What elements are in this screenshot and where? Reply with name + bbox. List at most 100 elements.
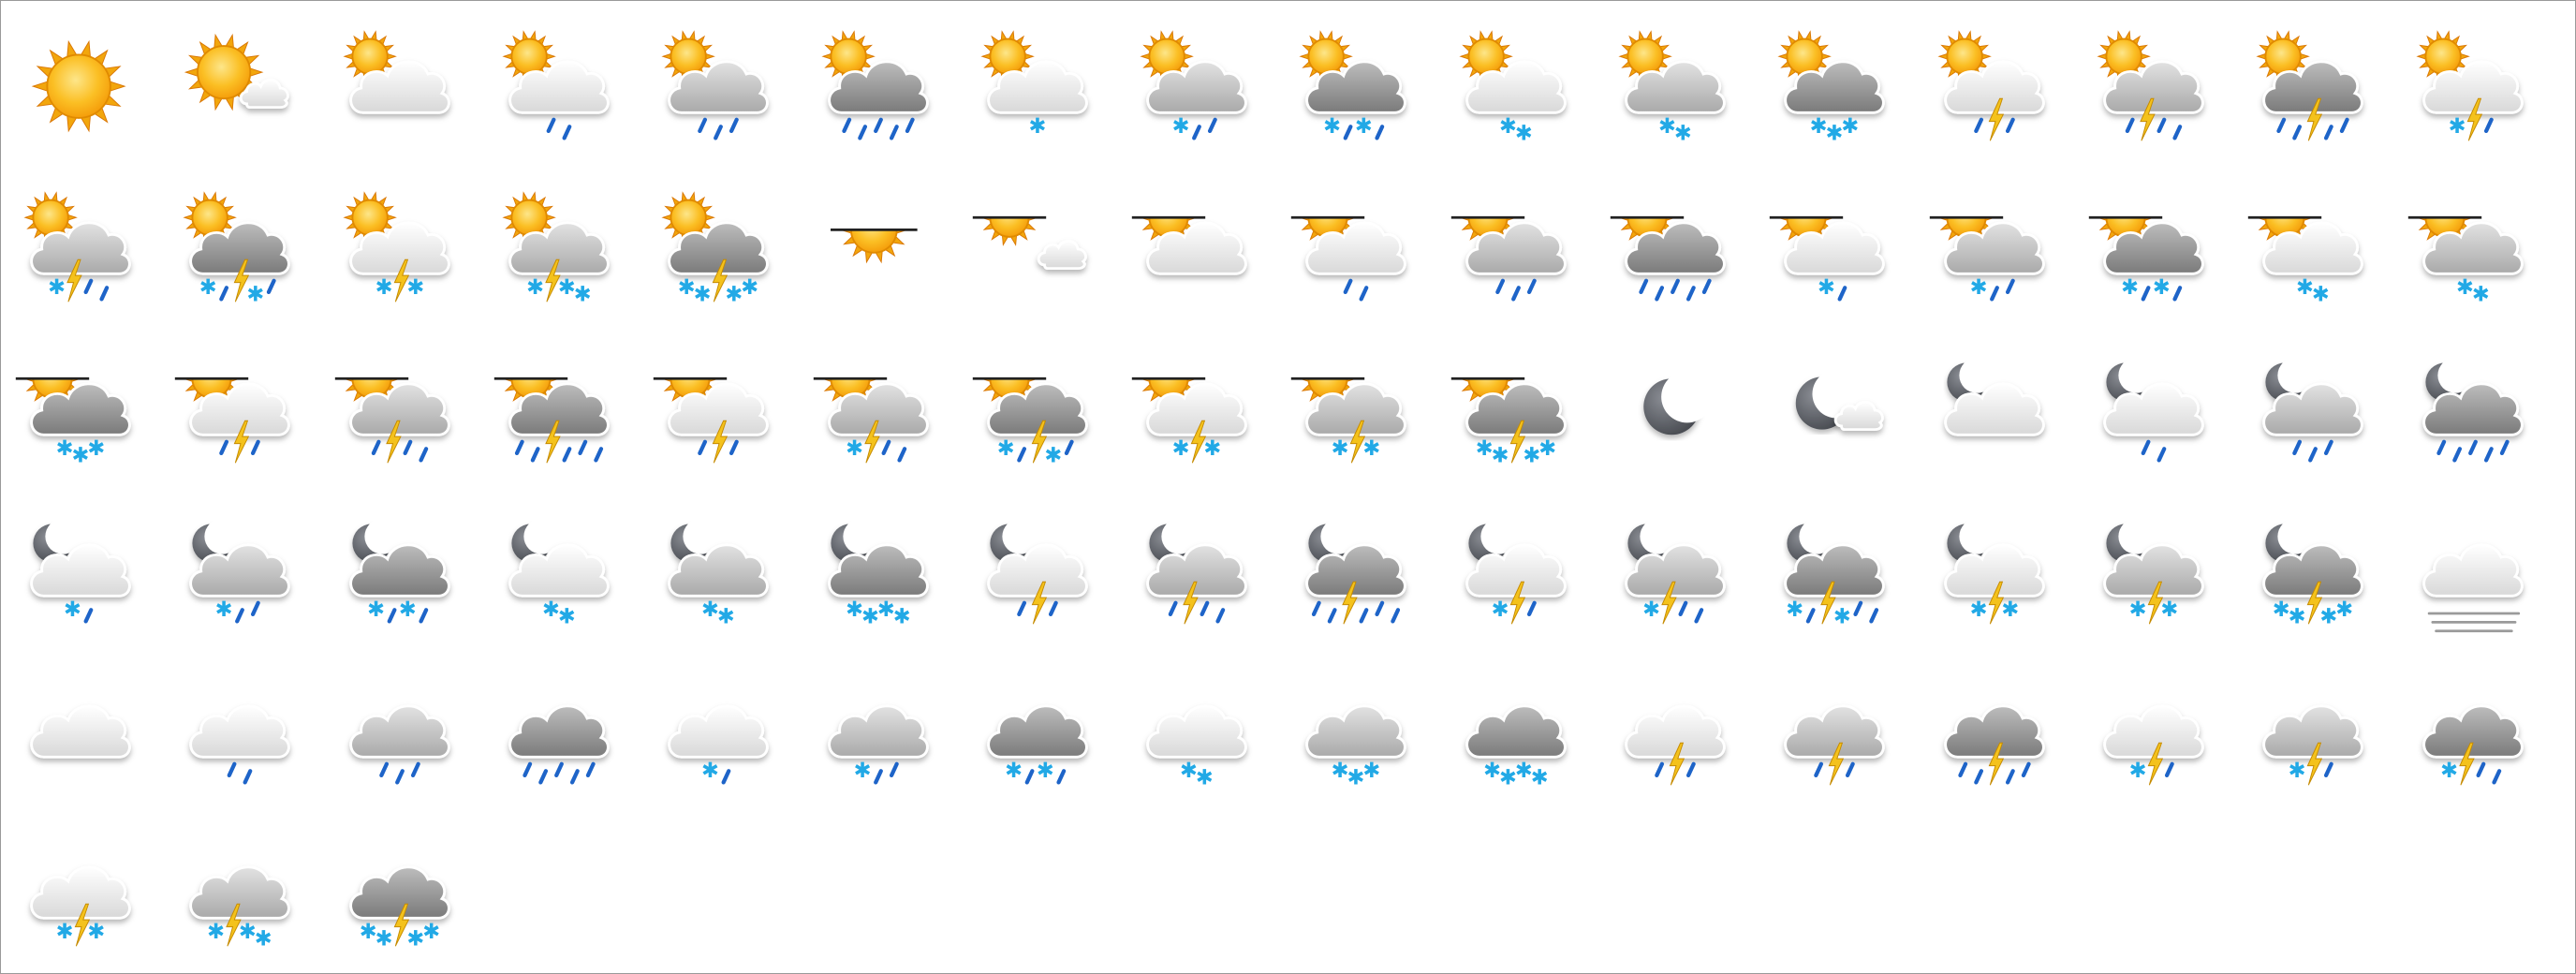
heavy-snow-icon: ✱✱✱✱ <box>1465 704 1567 790</box>
sun-light-cloud-icon <box>184 33 290 111</box>
rain-drop <box>1853 600 1863 617</box>
light-sleet-thunder-icon: ✱ <box>2103 704 2204 786</box>
polar-light-snow-thunder-icon: ✱ ✱ <box>1131 376 1247 464</box>
snow-flake: ✱ <box>247 282 265 306</box>
moon-heavy-sleet-thunder-icon: ✱ ✱ <box>1784 524 1885 628</box>
cloud-shape <box>1625 704 1726 759</box>
polar-light-rain-icon <box>1291 215 1407 302</box>
rain-drop <box>562 125 572 140</box>
rain-drop <box>1526 278 1537 295</box>
cloud-shape <box>2262 704 2363 759</box>
rain-drop <box>1328 608 1337 624</box>
sun-disc <box>1627 37 1664 75</box>
sun-snow-thunder-icon: ✱ ✱✱ <box>502 191 610 306</box>
rain-drop <box>267 278 276 295</box>
snow-flake: ✱ <box>2440 759 2458 783</box>
cloud-shape <box>1146 704 1247 759</box>
moon-cloudy-icon <box>1943 362 2045 436</box>
rain-drop <box>251 600 261 617</box>
polar-sleet-icon: ✱ <box>1929 215 2045 302</box>
snow-flake: ✱ <box>892 604 910 628</box>
rain-drop <box>2005 278 2015 295</box>
moon-heavy-sleet-icon: ✱ ✱ <box>348 524 450 624</box>
snow-flake: ✱ <box>87 920 105 944</box>
sleet-thunder-icon: ✱ <box>2262 704 2363 786</box>
snow-flake: ✱ <box>1037 759 1054 783</box>
rain-drop <box>896 447 906 463</box>
snow-flake: ✱ <box>367 598 385 622</box>
rain-drop <box>1056 769 1067 785</box>
rain-drop <box>2436 439 2446 456</box>
sun-heavy-snow-icon: ✱✱✱ <box>1777 30 1885 145</box>
moon-rain-icon <box>2262 362 2363 463</box>
rain-drop <box>1312 600 1322 617</box>
snow-flake: ✱ <box>1204 436 1222 461</box>
rain-drop <box>1200 600 1210 617</box>
rain-drop <box>698 117 708 134</box>
heavy-sleet-icon: ✱ ✱ <box>987 704 1088 785</box>
sun-disc <box>197 45 252 100</box>
rain-drop <box>841 117 851 134</box>
polar-snow-icon: ✱✱ <box>2407 215 2524 306</box>
rain-drop <box>1846 761 1856 778</box>
cloud-shape <box>30 704 131 759</box>
sun-disc <box>1946 37 1983 75</box>
rain-drop <box>227 761 237 778</box>
snow-flake: ✱ <box>1332 436 1349 461</box>
snow-thunder-icon: ✱ ✱✱ <box>189 865 290 951</box>
rain-drop <box>585 761 596 778</box>
heavy-rain-thunder-icon <box>1943 704 2045 786</box>
sun-disc <box>2105 37 2142 75</box>
sun-rain-thunder-icon <box>2097 30 2204 141</box>
cloud-shape <box>987 704 1088 759</box>
polar-sleet-thunder-icon: ✱ <box>813 376 929 464</box>
snow-flake: ✱ <box>215 598 233 622</box>
rain-drop <box>1168 600 1178 617</box>
snow-flake: ✱ <box>1842 114 1860 139</box>
cloud-shape <box>348 704 450 759</box>
polar-light-rain-thunder-icon <box>175 376 290 464</box>
rain-drop <box>394 769 405 785</box>
rain-drop <box>1359 608 1369 624</box>
snow-flake: ✱ <box>406 275 424 300</box>
rain-drop <box>1685 761 1696 778</box>
polar-heavy-sleet-icon: ✱ ✱ <box>2088 215 2204 302</box>
snow-flake: ✱ <box>255 926 272 951</box>
snow-flake: ✱ <box>375 275 392 300</box>
rain-drop <box>1064 439 1074 456</box>
rain-drop <box>378 761 389 778</box>
sun-disc <box>2264 37 2302 75</box>
snow-flake: ✱ <box>1491 443 1509 467</box>
polar-heavy-rain-thunder-icon <box>493 376 610 464</box>
rain-drop <box>410 761 420 778</box>
polar-light-sleet-icon: ✱ <box>1770 215 1885 302</box>
snow-flake: ✱ <box>1674 121 1692 145</box>
rain-drop <box>1701 278 1712 295</box>
cloud-shape <box>189 865 290 920</box>
sun-light-sleet-icon: ✱ <box>980 30 1088 139</box>
sun-disc <box>989 37 1026 75</box>
snow-flake: ✱ <box>1028 114 1046 139</box>
rain-drop <box>1375 600 1385 617</box>
sun-rain-icon <box>661 30 769 140</box>
rain-drop <box>1655 286 1665 302</box>
rain-drop <box>2483 117 2494 134</box>
rain-drop <box>729 439 739 456</box>
polar-cloudy-icon <box>1131 215 1247 275</box>
polar-heavy-sleet-thunder-icon: ✱ ✱ <box>972 376 1088 467</box>
rain-drop <box>2172 125 2183 140</box>
sun-sleet-thunder-icon: ✱ <box>23 191 131 303</box>
sun-cloudy-icon <box>343 30 450 114</box>
snow-icon: ✱✱✱ <box>1305 704 1407 790</box>
snow-flake: ✱ <box>2160 598 2178 622</box>
sun-disc <box>510 199 548 236</box>
rain-drop <box>889 125 899 140</box>
rain-drop <box>371 439 381 456</box>
snow-flake: ✱ <box>694 282 712 306</box>
polar-heavy-snow-thunder-icon: ✱✱ ✱✱ <box>1450 376 1567 467</box>
moon-crescent <box>1643 378 1700 435</box>
snow-flake: ✱ <box>399 598 417 622</box>
snow-flake: ✱ <box>2289 759 2306 783</box>
rain-drop <box>2172 286 2183 302</box>
polar-heavy-snow-icon: ✱✱✱ <box>15 376 131 467</box>
